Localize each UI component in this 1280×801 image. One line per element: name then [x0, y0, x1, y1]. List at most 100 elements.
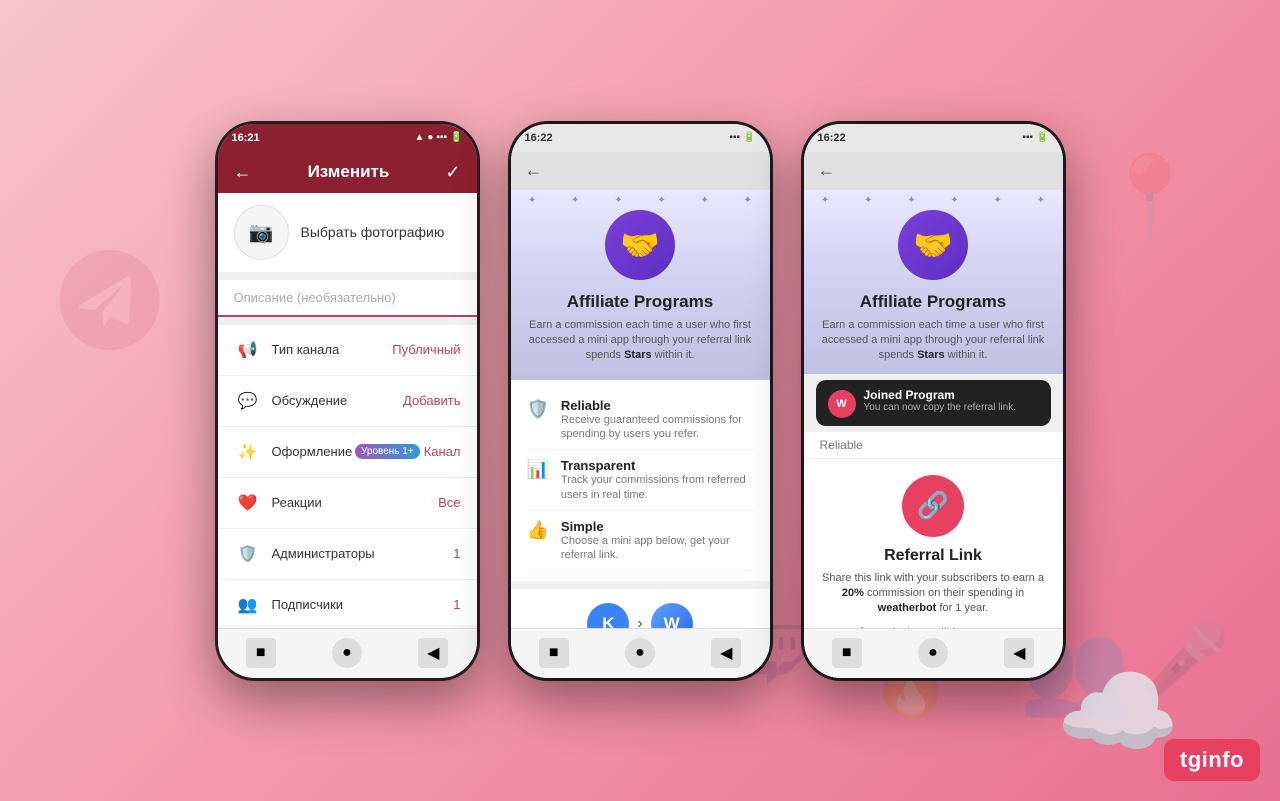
phone3-sparkles: ✦✦✦✦✦✦ — [804, 195, 1063, 206]
phone2-nav-square[interactable]: ■ — [539, 638, 569, 668]
bg-cloud-icon: ☁️ — [1055, 654, 1180, 771]
tginfo-badge: tginfo — [1164, 739, 1260, 781]
simple-title: Simple — [561, 519, 754, 534]
feature-reliable: 🛡️ Reliable Receive guaranteed commissio… — [527, 390, 754, 451]
design-label: Оформление — [272, 444, 355, 459]
phone3-nav-back[interactable]: ◀ — [1004, 638, 1034, 668]
phone1-status-icons: ▲ ● ▪▪▪ 🔋 — [414, 132, 462, 143]
phone2-header: ← — [511, 152, 770, 190]
design-badge: Уровень 1+ — [355, 444, 420, 459]
reliable-icon: 🛡️ — [527, 399, 549, 420]
phone3-hero: ✦✦✦✦✦✦ 🤝 Affiliate Programs Earn a commi… — [804, 190, 1063, 374]
tginfo-text: tginfo — [1180, 747, 1244, 772]
phone3-nav-square[interactable]: ■ — [832, 638, 862, 668]
phone1-header: ← Изменить ✓ — [218, 152, 477, 193]
phone1-bottom-nav: ■ ● ◀ — [218, 628, 477, 678]
phone1-menu-section: 📢 Тип канала Публичный 💬 Обсуждение Доба… — [218, 325, 477, 625]
phone1-description-field[interactable]: Описание (необязательно) — [218, 280, 477, 317]
bg-location-icon: 📍 — [1100, 150, 1200, 244]
phone1-check-button[interactable]: ✓ — [445, 162, 460, 183]
design-value: Канал — [424, 444, 461, 459]
phone2-hero: ✦✦✦✦✦✦ 🤝 Affiliate Programs Earn a commi… — [511, 190, 770, 380]
sparkles-deco: ✦✦✦✦✦✦ — [511, 195, 770, 206]
reactions-value: Все — [438, 495, 460, 510]
phone3-time: 16:22 — [818, 132, 846, 144]
menu-item-reactions[interactable]: ❤️ Реакции Все — [218, 478, 477, 529]
channel-type-value: Публичный — [392, 342, 460, 357]
phone1-description-placeholder: Описание (необязательно) — [234, 290, 396, 305]
transparent-title: Transparent — [561, 458, 754, 473]
reactions-label: Реакции — [272, 495, 439, 510]
phone1-title: Изменить — [308, 162, 390, 182]
feature-transparent: 📊 Transparent Track your commissions fro… — [527, 450, 754, 511]
toast-title: Joined Program — [864, 388, 1017, 402]
transparent-icon: 📊 — [527, 459, 549, 480]
joined-toast: W Joined Program You can now copy the re… — [816, 380, 1051, 426]
subscribers-icon: 👥 — [234, 591, 262, 619]
subscribers-value: 1 — [453, 597, 460, 612]
discussion-icon: 💬 — [234, 387, 262, 415]
discussion-label: Обсуждение — [272, 393, 404, 408]
phone1-nav-square[interactable]: ■ — [246, 638, 276, 668]
reliable-title: Reliable — [561, 398, 754, 413]
phone3-handshake-icon: 🤝 — [898, 210, 968, 280]
simple-desc: Choose a mini app below, get your referr… — [561, 534, 754, 563]
phone1-nav-back[interactable]: ◀ — [418, 638, 448, 668]
design-icon: ✨ — [234, 438, 262, 466]
phone1-content: 📷 Выбрать фотографию Описание (необязате… — [218, 193, 477, 625]
menu-item-subscribers[interactable]: 👥 Подписчики 1 — [218, 580, 477, 625]
phone1-avatar-section: 📷 Выбрать фотографию — [218, 193, 477, 272]
phone1-photo-label[interactable]: Выбрать фотографию — [301, 224, 445, 240]
phone2-nav-circle[interactable]: ● — [625, 638, 655, 668]
transparent-desc: Track your commissions from referred use… — [561, 473, 754, 502]
discussion-value: Добавить — [403, 393, 460, 408]
admins-value: 1 — [453, 546, 460, 561]
phone1-back-button[interactable]: ← — [234, 162, 252, 183]
reliable-partial: Reliable — [804, 432, 1063, 459]
phone2-back-button[interactable]: ← — [525, 160, 543, 181]
phone2-nav-back[interactable]: ◀ — [711, 638, 741, 668]
phone3-nav-circle[interactable]: ● — [918, 638, 948, 668]
bg-mic-icon: 🎤 — [1143, 619, 1230, 701]
phone3-back-button[interactable]: ← — [818, 160, 836, 181]
admins-label: Администраторы — [272, 546, 454, 561]
phone3-bottom-nav: ■ ● ◀ — [804, 628, 1063, 678]
phone3-header: ← — [804, 152, 1063, 190]
subscribers-label: Подписчики — [272, 597, 454, 612]
phone2-affiliate-desc: Earn a commission each time a user who f… — [527, 318, 754, 364]
phone2-time: 16:22 — [525, 132, 553, 144]
referral-title: Referral Link — [820, 547, 1047, 565]
menu-item-admins[interactable]: 🛡️ Администраторы 1 — [218, 529, 477, 580]
phone2-affiliate-title: Affiliate Programs — [527, 292, 754, 312]
menu-item-design[interactable]: ✨ Оформление Уровень 1+ Канал — [218, 427, 477, 478]
channel-type-icon: 📢 — [234, 336, 262, 364]
program-desc: weatherbot will share 20% of the revenue… — [527, 678, 754, 680]
bg-telegram-icon — [52, 242, 169, 363]
referral-desc: Share this link with your subscribers to… — [820, 571, 1047, 617]
channel-type-label: Тип канала — [272, 342, 393, 357]
phone-3: 16:22 ▪▪▪ 🔋 ← ✦✦✦✦✦✦ 🤝 Affiliate Program… — [801, 121, 1066, 681]
toast-subtitle: You can now copy the referral link. — [864, 402, 1017, 413]
phone3-status-icons: ▪▪▪ 🔋 — [1022, 132, 1048, 143]
phone2-bottom-nav: ■ ● ◀ — [511, 628, 770, 678]
phone3-affiliate-desc: Earn a commission each time a user who f… — [820, 318, 1047, 364]
phone1-camera-icon[interactable]: 📷 — [234, 205, 289, 260]
phone1-status-bar: 16:21 ▲ ● ▪▪▪ 🔋 — [218, 124, 477, 152]
phone3-affiliate-title: Affiliate Programs — [820, 292, 1047, 312]
phone-2: 16:22 ▪▪▪ 🔋 ← ✦✦✦✦✦✦ 🤝 Affiliate Program… — [508, 121, 773, 681]
simple-icon: 👍 — [527, 520, 549, 541]
menu-item-channel-type[interactable]: 📢 Тип канала Публичный — [218, 325, 477, 376]
phone1-time: 16:21 — [232, 132, 260, 144]
phone-1: 16:21 ▲ ● ▪▪▪ 🔋 ← Изменить ✓ 📷 Выбрать ф… — [215, 121, 480, 681]
phone3-status-bar: 16:22 ▪▪▪ 🔋 — [804, 124, 1063, 152]
phone1-nav-circle[interactable]: ● — [332, 638, 362, 668]
referral-icon: 🔗 — [902, 475, 964, 537]
reliable-desc: Receive guaranteed commissions for spend… — [561, 413, 754, 442]
admins-icon: 🛡️ — [234, 540, 262, 568]
reactions-icon: ❤️ — [234, 489, 262, 517]
phone2-handshake-icon: 🤝 — [605, 210, 675, 280]
phone2-status-icons: ▪▪▪ 🔋 — [729, 132, 755, 143]
menu-item-discussion[interactable]: 💬 Обсуждение Добавить — [218, 376, 477, 427]
phones-container: 16:21 ▲ ● ▪▪▪ 🔋 ← Изменить ✓ 📷 Выбрать ф… — [215, 121, 1066, 681]
phone2-features: 🛡️ Reliable Receive guaranteed commissio… — [511, 380, 770, 582]
